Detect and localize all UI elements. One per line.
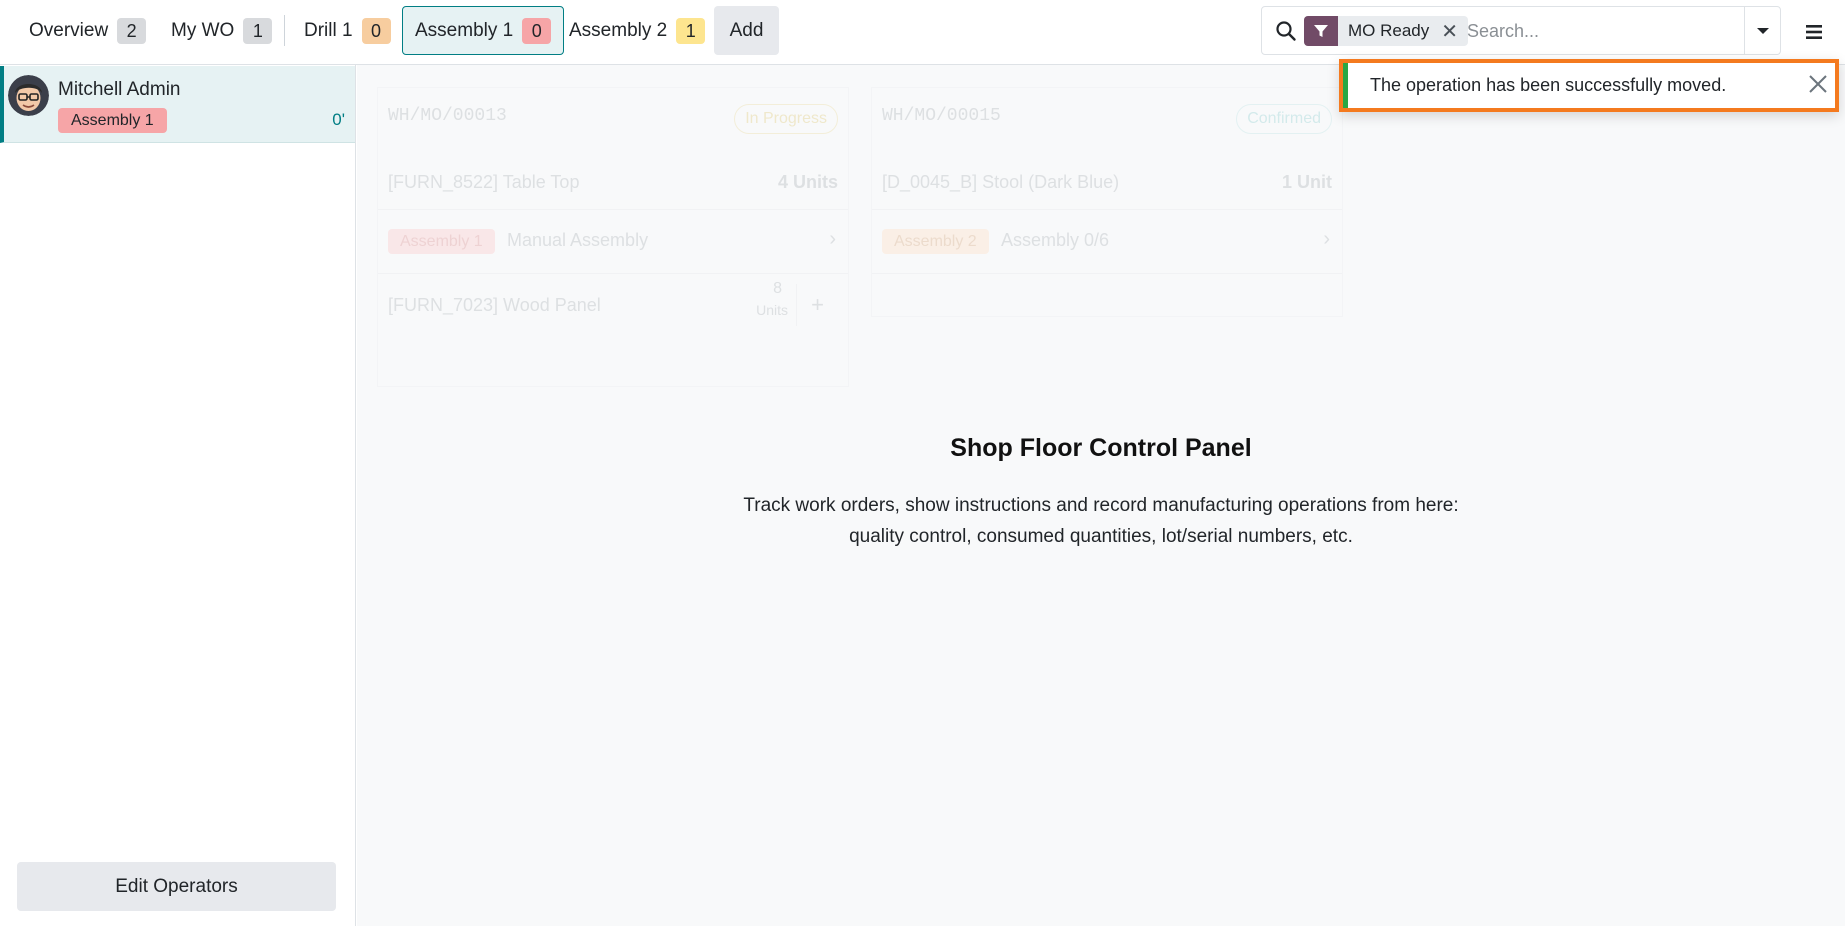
- component-row: [FURN_7023] Wood Panel 8 Units +: [378, 273, 848, 337]
- mo-reference: WH/MO/00013: [388, 106, 507, 126]
- product-name: [D_0045_B] Stool (Dark Blue): [882, 172, 1120, 192]
- search-icon[interactable]: [1274, 19, 1298, 43]
- help-text: Track work orders, show instructions and…: [701, 490, 1501, 552]
- product-qty: 4 Units: [777, 172, 838, 192]
- tab-count-badge: 0: [361, 17, 391, 44]
- main-panel: WH/MO/00013 In Progress [FURN_8522] Tabl…: [357, 65, 1845, 926]
- notification-toast: The operation has been successfully move…: [1339, 59, 1839, 112]
- tab-my-wo[interactable]: My WO 1: [158, 6, 285, 55]
- operation-name: Assembly 0/6: [1001, 230, 1110, 250]
- hamburger-menu-icon[interactable]: [1802, 20, 1826, 44]
- workorder-row[interactable]: Assembly 2 Assembly 0/6 ›: [872, 209, 1342, 273]
- workcenter-badge: Assembly 2: [882, 229, 989, 254]
- mo-reference: WH/MO/00015: [882, 106, 1001, 126]
- help-text-line: Track work orders, show instructions and…: [743, 495, 1459, 516]
- tab-count-badge: 0: [522, 17, 552, 44]
- operator-time: 0': [332, 110, 345, 129]
- status-badge: In Progress: [734, 104, 838, 134]
- toast-success-bar: [1343, 63, 1348, 108]
- chevron-right-icon: ›: [1323, 228, 1330, 250]
- operator-name: Mitchell Admin: [58, 79, 181, 100]
- add-workcenter-button[interactable]: Add: [714, 6, 779, 55]
- component-qty: 8: [773, 280, 782, 297]
- tab-divider: [284, 15, 285, 46]
- operator-workcenter-badge: Assembly 1: [58, 108, 167, 133]
- tab-count-badge: 2: [117, 17, 147, 44]
- search-input[interactable]: [1467, 17, 1737, 45]
- product-name: [FURN_8522] Table Top: [388, 172, 580, 192]
- tab-count-badge: 1: [676, 17, 706, 44]
- tab-label: Overview: [29, 19, 109, 41]
- avatar: [8, 75, 49, 116]
- search-facet: MO Ready ✕: [1304, 16, 1469, 46]
- operators-sidebar: Mitchell Admin Assembly 1 0' Edit Operat…: [0, 65, 356, 926]
- search-options-toggle[interactable]: [1744, 7, 1780, 54]
- tab-label: My WO: [171, 19, 235, 41]
- tab-label: Assembly 2: [569, 19, 668, 41]
- top-bar: Overview 2 My WO 1 Drill 1 0 Assembly 1 …: [0, 0, 1845, 65]
- caret-down-icon: [1756, 27, 1769, 34]
- tab-count-badge: 1: [243, 17, 273, 44]
- mo-card[interactable]: WH/MO/00013 In Progress [FURN_8522] Tabl…: [377, 87, 849, 387]
- tab-drill-1[interactable]: Drill 1 0: [291, 6, 404, 55]
- tab-label: Assembly 1: [415, 19, 514, 41]
- close-icon[interactable]: [1805, 71, 1831, 97]
- tab-assembly-1[interactable]: Assembly 1 0: [402, 6, 565, 55]
- operator-item[interactable]: Mitchell Admin Assembly 1 0': [0, 66, 355, 143]
- search-bar: MO Ready ✕: [1261, 6, 1781, 55]
- component-name: [FURN_7023] Wood Panel: [388, 295, 601, 315]
- tab-label: Drill 1: [304, 19, 353, 41]
- workcenter-badge: Assembly 1: [388, 229, 495, 254]
- help-text-line: quality control, consumed quantities, lo…: [849, 526, 1353, 547]
- chevron-right-icon: ›: [829, 228, 836, 250]
- facet-label: MO Ready: [1348, 21, 1430, 40]
- product-qty: 1 Unit: [1281, 172, 1332, 192]
- card-footer: [872, 273, 1342, 317]
- tab-assembly-2[interactable]: Assembly 2 1: [556, 6, 718, 55]
- toast-message: The operation has been successfully move…: [1370, 75, 1727, 95]
- mo-card[interactable]: WH/MO/00015 Confirmed [D_0045_B] Stool (…: [871, 87, 1343, 317]
- tab-overview[interactable]: Overview 2: [16, 6, 159, 55]
- status-badge: Confirmed: [1236, 104, 1332, 134]
- edit-operators-button[interactable]: Edit Operators: [17, 862, 336, 911]
- workorder-row[interactable]: Assembly 1 Manual Assembly ›: [378, 209, 848, 273]
- page-title: Shop Floor Control Panel: [950, 434, 1252, 462]
- component-uom: Units: [756, 302, 788, 318]
- add-component-icon[interactable]: +: [796, 284, 838, 326]
- facet-remove-icon[interactable]: ✕: [1435, 19, 1468, 44]
- operation-name: Manual Assembly: [507, 230, 649, 250]
- filter-icon: [1304, 16, 1338, 46]
